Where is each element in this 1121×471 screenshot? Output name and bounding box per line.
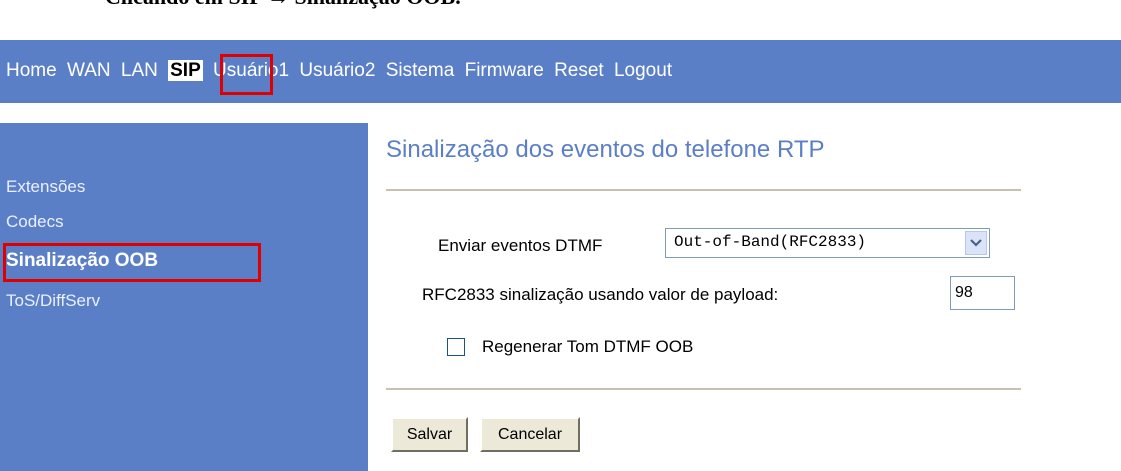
sidebar-highlight — [3, 243, 261, 282]
payload-input[interactable] — [950, 276, 1015, 310]
chevron-down-icon[interactable] — [965, 231, 987, 255]
nav-firmware[interactable]: Firmware — [465, 60, 544, 81]
regen-checkbox[interactable] — [447, 338, 465, 356]
nav-logout[interactable]: Logout — [614, 60, 672, 81]
nav-sip-highlight — [220, 54, 273, 95]
document-caption: Clicando em SIP → Sinalização OOB. — [105, 0, 461, 10]
regen-label: Regenerar Tom DTMF OOB — [482, 337, 694, 356]
dtmf-select[interactable]: Out-of-Band(RFC2833) — [665, 228, 990, 258]
nav-wan[interactable]: WAN — [67, 60, 111, 81]
page-title: Sinalização dos eventos do telefone RTP — [386, 136, 825, 163]
divider-bottom — [386, 388, 1021, 390]
nav-lan[interactable]: LAN — [121, 60, 158, 81]
nav-usuario2[interactable]: Usuário2 — [299, 60, 375, 81]
dtmf-selected-value: Out-of-Band(RFC2833) — [674, 233, 867, 251]
cancel-button[interactable]: Cancelar — [480, 417, 580, 452]
sidebar-item-tos-diffserv[interactable]: ToS/DiffServ — [6, 291, 100, 311]
main-nav: Home WAN LAN SIP Usuário1 Usuário2 Siste… — [6, 60, 677, 82]
save-button[interactable]: Salvar — [391, 417, 468, 452]
sidebar-item-extensoes[interactable]: Extensões — [6, 177, 85, 197]
sidebar-item-codecs[interactable]: Codecs — [6, 212, 64, 232]
nav-home[interactable]: Home — [6, 60, 57, 81]
nav-sip[interactable]: SIP — [168, 60, 203, 81]
dtmf-label: Enviar eventos DTMF — [438, 236, 603, 255]
nav-sistema[interactable]: Sistema — [386, 60, 455, 81]
nav-reset[interactable]: Reset — [554, 60, 604, 81]
payload-label: RFC2833 sinalização usando valor de payl… — [422, 285, 779, 304]
divider-top — [386, 189, 1021, 191]
